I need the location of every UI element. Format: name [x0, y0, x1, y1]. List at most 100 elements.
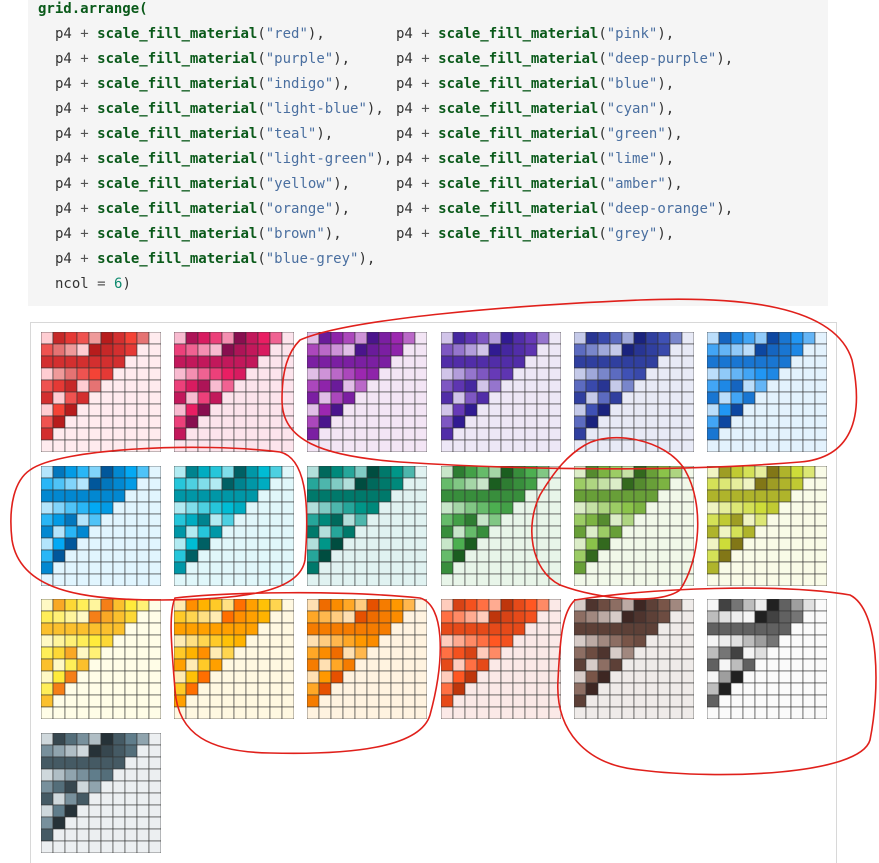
- heatmap-cell: [343, 599, 356, 612]
- heatmap-cell: [585, 573, 599, 586]
- heatmap-cell: [681, 646, 694, 660]
- heatmap-cell: [355, 706, 368, 719]
- heatmap-cell: [718, 634, 732, 648]
- heatmap-cell: [681, 561, 694, 574]
- heatmap-cell: [609, 415, 623, 429]
- function-name: scale_fill_material: [438, 226, 599, 242]
- heatmap-cell: [185, 658, 199, 672]
- heatmap-cell: [548, 622, 561, 636]
- heatmap-cell: [778, 537, 792, 550]
- heatmap-cell: [136, 561, 150, 574]
- heatmap-cell: [754, 549, 768, 562]
- heatmap-cell: [548, 537, 561, 550]
- heatmap-cell: [645, 561, 659, 574]
- heatmap-cell: [343, 694, 356, 708]
- heatmap-cell: [609, 622, 623, 636]
- scale-call-light-blue: p4 + scale_fill_material("light-blue"),: [55, 101, 384, 117]
- heatmap-cell: [197, 706, 211, 719]
- heatmap-cell: [669, 403, 683, 417]
- heatmap-cell: [245, 465, 259, 478]
- heatmap-cell: [669, 694, 683, 708]
- heatmap-cell: [718, 489, 732, 502]
- heatmap-cell: [585, 379, 599, 393]
- heatmap-cell: [52, 768, 66, 781]
- heatmap-cell: [343, 682, 356, 696]
- heatmap-cell: [343, 477, 356, 490]
- heatmap-cell: [88, 792, 102, 805]
- heatmap-cell: [52, 403, 66, 417]
- heatmap-cell: [367, 525, 380, 538]
- code-line: p4 + scale_fill_material("blue"),: [396, 75, 674, 93]
- heatmap-cell: [197, 439, 211, 452]
- heatmap-cell: [742, 646, 756, 660]
- heatmap-cell: [112, 355, 126, 369]
- heatmap-cell: [609, 391, 623, 405]
- heatmap-cell: [440, 658, 453, 672]
- heatmap-cell: [307, 561, 320, 574]
- heatmap-cell: [512, 561, 525, 574]
- heatmap-cell: [319, 599, 332, 612]
- heatmap-cell: [645, 427, 659, 441]
- heatmap-cell: [778, 706, 792, 719]
- heatmap-cell: [269, 682, 283, 696]
- heatmap-cell: [403, 332, 416, 345]
- heatmap-cell: [379, 573, 392, 586]
- heatmap-cell: [742, 561, 756, 574]
- heatmap-cell: [174, 599, 187, 612]
- heatmap-cell: [512, 599, 525, 612]
- heatmap-cell: [609, 367, 623, 381]
- heatmap-cell: [112, 744, 126, 757]
- heatmap-cell: [281, 549, 295, 562]
- heatmap-cell: [778, 343, 792, 357]
- heatmap-cell: [512, 706, 525, 719]
- heatmap-cell: [464, 694, 477, 708]
- paren: ),: [333, 76, 351, 92]
- heatmap-cell: [790, 379, 804, 393]
- heatmap-cell: [281, 561, 295, 574]
- heatmap-cell: [112, 343, 126, 357]
- paren: ),: [358, 251, 376, 267]
- heatmap-cell: [548, 367, 561, 381]
- heatmap-cell: [245, 403, 259, 417]
- heatmap-cell: [88, 379, 102, 393]
- heatmap-cell: [609, 610, 623, 624]
- heatmap-cell: [112, 816, 126, 829]
- heatmap-cell: [452, 403, 465, 417]
- heatmap-cell: [621, 332, 635, 345]
- heatmap-cell: [319, 682, 332, 696]
- heatmap-cell: [802, 646, 816, 660]
- heatmap-cell: [64, 634, 78, 648]
- heatmap-cell: [730, 391, 744, 405]
- heatmap-cell: [257, 355, 271, 369]
- heatmap-cell: [814, 634, 827, 648]
- heatmap-cell: [379, 549, 392, 562]
- heatmap-cell: [136, 477, 150, 490]
- heatmap-cell: [488, 622, 501, 636]
- heatmap-cell: [41, 573, 54, 586]
- palette-string: "blue-grey": [265, 251, 359, 267]
- heatmap-cell: [500, 525, 513, 538]
- heatmap-cell: [209, 332, 223, 345]
- heatmap-cell: [136, 670, 150, 684]
- heatmap-cell: [766, 332, 780, 345]
- scale-call-lime: p4 + scale_fill_material("lime"),: [396, 151, 674, 167]
- heatmap-cell: [766, 573, 780, 586]
- heatmap-cell: [307, 465, 320, 478]
- heatmap-cell: [331, 646, 344, 660]
- heatmap-cell: [597, 355, 611, 369]
- heatmap-cell: [88, 525, 102, 538]
- heatmap-cell: [281, 439, 295, 452]
- heatmap-cell: [307, 391, 320, 405]
- heatmap-cell: [802, 465, 816, 478]
- paren: ),: [333, 201, 351, 217]
- heatmap-cell: [536, 658, 549, 672]
- heatmap-cell: [707, 537, 720, 550]
- palette-string: "orange": [265, 201, 334, 217]
- heatmap-cell: [512, 658, 525, 672]
- plus-op: +: [421, 176, 439, 192]
- heatmap-cell: [500, 622, 513, 636]
- scale-call-light-green: p4 + scale_fill_material("light-green"),: [55, 151, 392, 167]
- heatmap-cell: [269, 513, 283, 526]
- heatmap-cell: [621, 391, 635, 405]
- heatmap-cell: [41, 744, 54, 757]
